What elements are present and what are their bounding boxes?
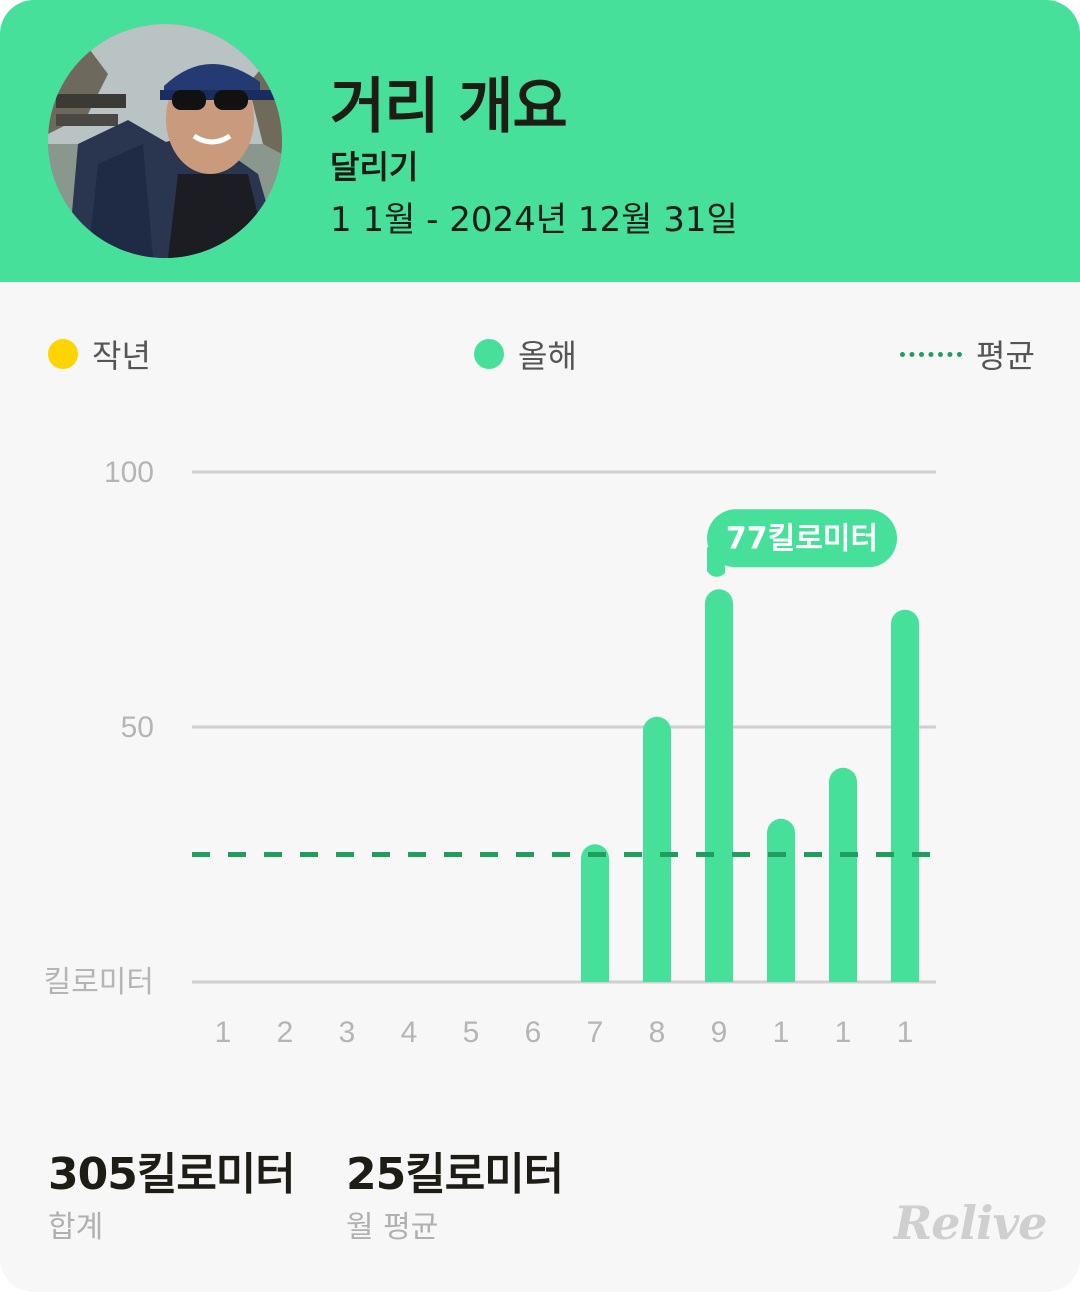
x-tick-label: 3: [339, 1016, 356, 1049]
x-tick-label: 1: [897, 1016, 914, 1049]
tooltip-label: 77킬로미터: [726, 521, 878, 556]
x-tick-label: 1: [835, 1016, 852, 1049]
total-distance-label: 합계: [48, 1210, 104, 1245]
distance-bar-chart: 100 50 킬로미터 1 2 3 4 5 6 7 8 9 1 1 1 77킬로미터: [44, 456, 936, 1049]
legend-label: 올해: [518, 337, 577, 375]
x-tick-label: 8: [649, 1016, 666, 1049]
bar: [891, 609, 919, 982]
y-tick-label: 킬로미터: [44, 966, 154, 999]
tooltip-pointer: [707, 547, 725, 577]
date-range: 1 1월 - 2024년 12월 31일: [330, 200, 738, 240]
y-tick-label: 50: [121, 711, 154, 744]
legend-dot-icon: [474, 339, 504, 369]
bar: [643, 716, 671, 982]
bar: [829, 767, 857, 982]
legend-average: 평균: [900, 334, 1035, 375]
monthly-average-label: 월 평균: [346, 1210, 439, 1245]
legend-label: 평균: [976, 337, 1035, 375]
x-tick-label: 1: [215, 1016, 232, 1049]
activity-type: 달리기: [330, 148, 419, 186]
total-distance-value: 305킬로미터: [48, 1149, 296, 1200]
avatar: [48, 24, 282, 258]
legend-this-year: 올해: [474, 334, 577, 375]
x-tick-label: 6: [525, 1016, 542, 1049]
dashed-line-icon: [900, 351, 962, 357]
y-tick-label: 100: [104, 456, 154, 489]
distance-overview-card: 거리 개요 달리기 1 1월 - 2024년 12월 31일 작년 올해 평균 …: [0, 0, 1080, 1292]
monthly-average-value: 25킬로미터: [346, 1149, 564, 1200]
bar: [705, 589, 733, 982]
legend-dot-icon: [48, 339, 78, 369]
header: 거리 개요 달리기 1 1월 - 2024년 12월 31일: [0, 0, 1080, 282]
bar: [581, 844, 609, 982]
x-tick-label: 2: [277, 1016, 294, 1049]
x-tick-label: 9: [711, 1016, 728, 1049]
x-tick-label: 1: [773, 1016, 790, 1049]
bar: [767, 818, 795, 982]
page-title: 거리 개요: [330, 72, 568, 142]
profile-photo: [48, 24, 282, 258]
relive-logo: Relive: [894, 1196, 1047, 1250]
x-tick-label: 5: [463, 1016, 480, 1049]
x-tick-label: 7: [587, 1016, 604, 1049]
legend-last-year: 작년: [48, 334, 151, 375]
legend-label: 작년: [92, 337, 151, 375]
x-tick-label: 4: [401, 1016, 418, 1049]
